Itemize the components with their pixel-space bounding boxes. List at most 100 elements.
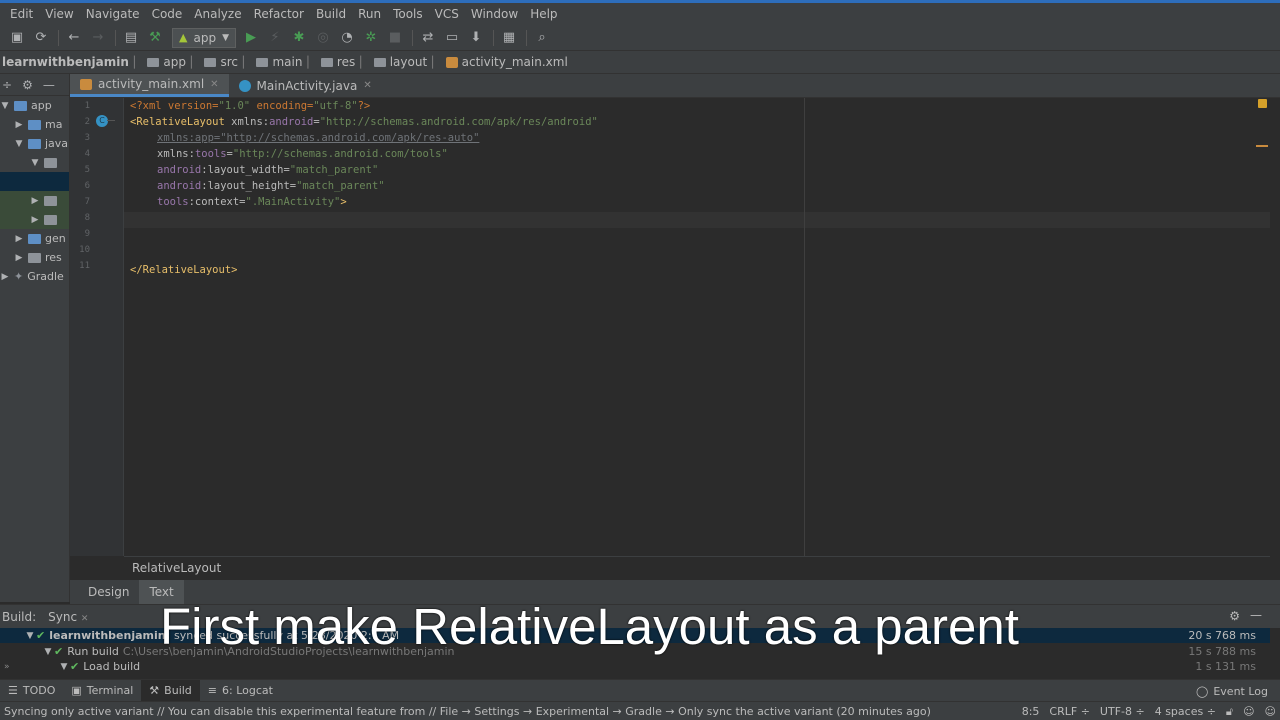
build-row-load-build[interactable]: ▼ ✔ Load build 1 s 131 ms [0, 659, 1270, 674]
smiley-icon[interactable]: ☺ [1243, 705, 1254, 718]
forward-icon[interactable]: → [87, 28, 109, 48]
indent-selector[interactable]: 4 spaces ÷ [1155, 705, 1216, 718]
fold-marker-icon[interactable] [107, 120, 115, 121]
breadcrumb-layout[interactable]: layout [373, 55, 427, 69]
tree-item-gradle[interactable]: ▶ ✦ Gradle [0, 267, 69, 286]
apply-changes-icon[interactable]: ⚡ [264, 28, 286, 48]
tree-item-package[interactable]: ▼ [0, 153, 69, 172]
status-message[interactable]: Syncing only active variant // You can d… [4, 705, 931, 718]
menu-build[interactable]: Build [310, 7, 352, 21]
attach-debugger-icon[interactable]: ◎ [312, 28, 334, 48]
make-project-icon[interactable]: ⚒ [144, 28, 166, 48]
menu-vcs[interactable]: VCS [429, 7, 465, 21]
menu-edit[interactable]: Edit [4, 7, 39, 21]
android-debug-icon[interactable]: ✲ [360, 28, 382, 48]
tab-sync[interactable]: Sync ✕ [42, 610, 94, 624]
close-icon[interactable]: ✕ [210, 79, 218, 90]
save-icon[interactable]: ▣ [6, 28, 28, 48]
editor-breadcrumb: RelativeLayout [124, 556, 1270, 578]
chevron-down-icon[interactable]: ▼ [42, 647, 54, 657]
feedback-icon[interactable]: ☺ [1265, 705, 1276, 718]
back-icon[interactable]: ← [63, 28, 85, 48]
avd-manager-icon[interactable]: ▭ [441, 28, 463, 48]
project-structure-icon[interactable]: ▦ [498, 28, 520, 48]
chevron-right-icon[interactable]: ▶ [0, 272, 10, 282]
java-class-icon [238, 79, 251, 92]
chevron-down-icon[interactable]: ▼ [14, 139, 24, 149]
tool-window-terminal[interactable]: ▣ Terminal [63, 680, 141, 702]
breadcrumb-res[interactable]: res [320, 55, 355, 69]
gear-icon[interactable]: ⚙ [22, 78, 33, 92]
editor-scrollbar[interactable] [1270, 98, 1280, 556]
tree-item-package-test[interactable]: ▶ [0, 191, 69, 210]
chevron-down-icon[interactable]: ▼ [30, 158, 40, 168]
tab-design[interactable]: Design [78, 580, 139, 604]
close-icon[interactable]: ✕ [81, 614, 89, 624]
tree-item-manifests[interactable]: ▶ ma [0, 115, 69, 134]
toolbar-divider [492, 29, 494, 46]
editor-gutter[interactable]: 1 2 3 4 5 6 7 8 9 10 11 C ● [70, 98, 146, 556]
breadcrumb-project[interactable]: learnwithbenjamin [2, 55, 129, 69]
warning-indicator-icon[interactable] [1258, 99, 1267, 108]
event-log-button[interactable]: ◯ Event Log [1188, 680, 1276, 702]
minimize-icon[interactable]: — [43, 78, 55, 92]
debug-icon[interactable]: ✱ [288, 28, 310, 48]
menu-run[interactable]: Run [352, 7, 387, 21]
chevron-right-icon[interactable]: ▶ [30, 196, 40, 206]
error-stripe-mark[interactable] [1256, 145, 1268, 147]
tree-item-res[interactable]: ▶ res [0, 248, 69, 267]
chevron-down-icon[interactable]: ▼ [58, 662, 70, 672]
sync-icon[interactable]: ⟳ [30, 28, 52, 48]
chevron-down-icon[interactable]: ▼ [0, 101, 10, 111]
close-icon[interactable]: ✕ [363, 80, 371, 91]
gear-icon[interactable]: ⚙ [1229, 609, 1240, 623]
run-config-select[interactable]: ▲ app ▼ [172, 27, 236, 48]
menu-window[interactable]: Window [465, 7, 524, 21]
collapse-icon[interactable]: ÷ [2, 78, 12, 92]
encoding-selector[interactable]: UTF-8 ÷ [1100, 705, 1145, 718]
tool-window-todo[interactable]: ☰ TODO [0, 680, 63, 702]
breadcrumb-src[interactable]: src [204, 55, 238, 69]
line-separator-selector[interactable]: CRLF ÷ [1049, 705, 1090, 718]
chevron-right-icon[interactable]: ▶ [14, 120, 24, 130]
structure-icon[interactable]: ▤ [120, 28, 142, 48]
menu-analyze[interactable]: Analyze [188, 7, 247, 21]
tree-item-package-androidtest[interactable]: ▶ [0, 210, 69, 229]
gradle-sync-icon[interactable]: ⇄ [417, 28, 439, 48]
folder-icon [256, 57, 269, 67]
tool-window-logcat[interactable]: ≡ 6: Logcat [200, 680, 281, 702]
tree-item-generated[interactable]: ▶ gen [0, 229, 69, 248]
breadcrumb-file[interactable]: activity_main.xml [445, 55, 568, 69]
code-editor[interactable]: <?xml version="1.0" encoding="utf-8"?> <… [124, 98, 1270, 556]
sdk-manager-icon[interactable]: ⬇ [465, 28, 487, 48]
chevron-down-icon[interactable]: ▼ [24, 631, 36, 641]
chevron-right-icon[interactable]: ▶ [14, 234, 24, 244]
breadcrumb-element[interactable]: RelativeLayout [132, 561, 221, 575]
run-icon[interactable]: ▶ [240, 28, 262, 48]
code-line-11: </RelativeLayout> [130, 264, 238, 276]
menu-help[interactable]: Help [524, 7, 563, 21]
chevron-right-icon[interactable]: ▶ [30, 215, 40, 225]
tool-window-build[interactable]: ⚒ Build [141, 679, 200, 702]
chevron-right-icon[interactable]: ▶ [14, 253, 24, 263]
menu-refactor[interactable]: Refactor [248, 7, 310, 21]
tab-activity-main-xml[interactable]: activity_main.xml ✕ [70, 74, 229, 97]
stop-icon[interactable]: ■ [384, 28, 406, 48]
tree-item-java[interactable]: ▼ java [0, 134, 69, 153]
lock-icon[interactable]: 🔓︎ [1226, 705, 1233, 719]
layout-class-icon[interactable]: C [96, 115, 108, 127]
minimize-icon[interactable]: — [1250, 608, 1262, 622]
tree-item-app[interactable]: ▼ app [0, 96, 69, 115]
tree-item-selected[interactable] [0, 172, 69, 191]
menu-code[interactable]: Code [146, 7, 189, 21]
success-check-icon: ✔ [70, 660, 80, 673]
breadcrumb-app[interactable]: app [147, 55, 186, 69]
menu-view[interactable]: View [39, 7, 79, 21]
tab-mainactivity-java[interactable]: MainActivity.java ✕ [229, 74, 382, 97]
caret-position[interactable]: 8:5 [1022, 705, 1040, 718]
search-icon[interactable]: ⌕ [531, 28, 553, 48]
menu-tools[interactable]: Tools [387, 7, 429, 21]
profiler-icon[interactable]: ◔ [336, 28, 358, 48]
menu-navigate[interactable]: Navigate [80, 7, 146, 21]
breadcrumb-main[interactable]: main [256, 55, 302, 69]
